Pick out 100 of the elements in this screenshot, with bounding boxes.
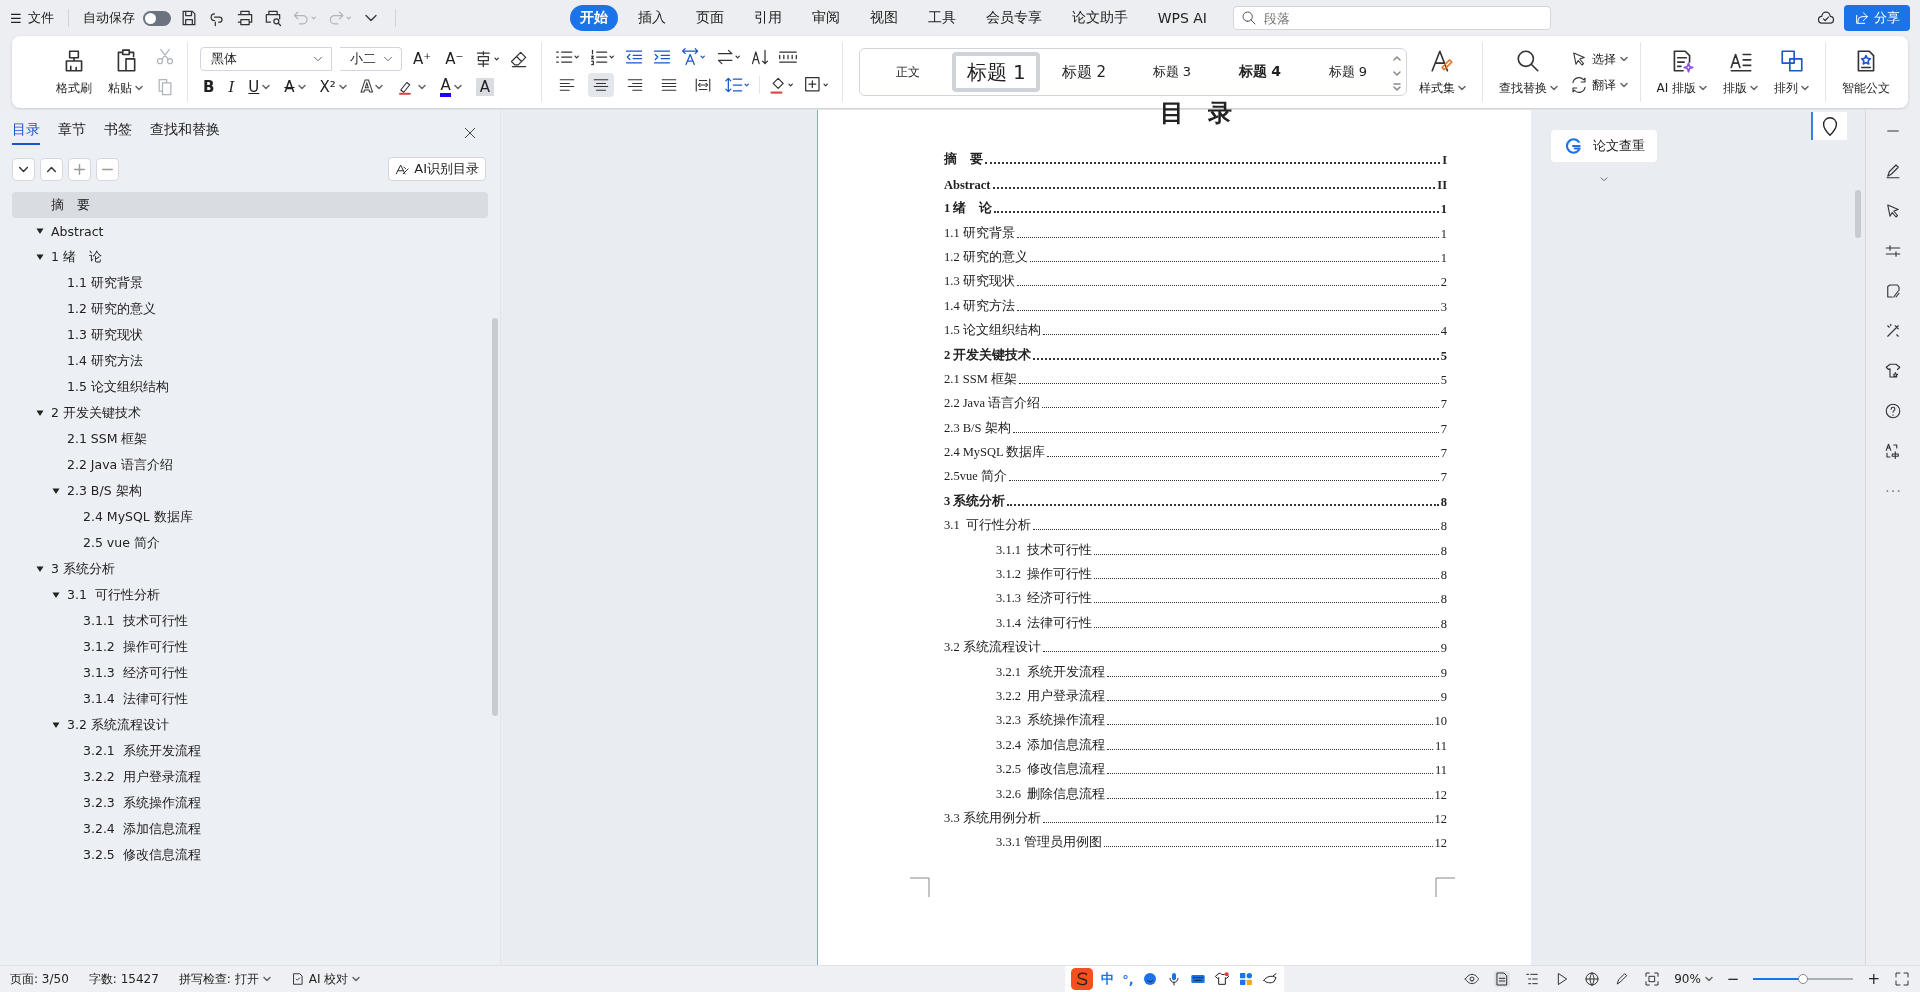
file-menu[interactable]: ☰ 文件 — [10, 9, 54, 27]
style-item[interactable]: 标题 4 — [1215, 52, 1304, 92]
outline-item[interactable]: 3.1 可行性分析 — [12, 582, 488, 608]
toc-entry[interactable]: 1.2 研究的意义 — [944, 248, 1028, 266]
outline-item[interactable]: 1.4 研究方法 — [12, 348, 488, 374]
text-format-button[interactable]: U — [245, 77, 274, 97]
toc-entry[interactable]: 3.2.2 用户登录流程 — [996, 688, 1106, 705]
share-button[interactable]: 分享 — [1844, 5, 1910, 31]
text-format-button[interactable]: X² — [316, 77, 350, 97]
toc-entry[interactable]: 2.3 B/S 架构 — [944, 419, 1011, 437]
text-format-button[interactable]: A — [357, 77, 387, 97]
outline-item[interactable]: 3.2.5 修改信息流程 — [12, 842, 488, 868]
word-count[interactable]: 字数: 15427 — [88, 970, 159, 988]
zoom-percentage[interactable]: 90% — [1674, 972, 1713, 986]
toc-entry[interactable]: 2.5vue 简介 — [944, 468, 1007, 486]
outline-item[interactable]: 3.1.4 法律可行性 — [12, 686, 488, 712]
text-format-button[interactable]: B — [199, 77, 218, 97]
zoom-in-button[interactable]: + — [1867, 970, 1880, 988]
menu-tab[interactable]: 会员专享 — [975, 5, 1052, 31]
menu-tab[interactable]: 页面 — [685, 5, 734, 31]
paste-button[interactable]: 粘贴 — [104, 45, 147, 99]
outline-item[interactable]: 3 系统分析 — [12, 556, 488, 582]
menu-tab[interactable]: WPS AI — [1147, 5, 1217, 31]
toc-entry[interactable]: 2.1 SSM 框架 — [944, 370, 1017, 388]
text-format-button[interactable]: I — [225, 77, 238, 97]
outline-item[interactable]: 3.2.4 添加信息流程 — [12, 816, 488, 842]
menu-tab[interactable]: 引用 — [743, 5, 792, 31]
style-set-button[interactable]: 样式集 — [1414, 45, 1470, 99]
spell-check-status[interactable]: 拼写检查: 打开 — [178, 970, 271, 988]
outline-item[interactable]: 3.2.1 系统开发流程 — [12, 738, 488, 764]
outline-item[interactable]: 2.1 SSM 框架 — [12, 426, 488, 452]
toc-entry[interactable]: 2 开发关键技术 — [944, 346, 1032, 364]
toc-entry[interactable]: 3.2.6 删除信息流程 — [996, 785, 1106, 803]
zoom-out-button[interactable]: − — [1726, 970, 1740, 988]
toc-entry[interactable]: 1 绪 论 — [944, 200, 993, 218]
outline-item[interactable]: 2 开发关键技术 — [12, 400, 488, 426]
style-item[interactable]: 标题 3 — [1127, 52, 1216, 92]
style-item[interactable]: 标题 1 — [952, 52, 1041, 92]
outline-item[interactable]: 3.1.3 经济可行性 — [12, 660, 488, 686]
outline-item[interactable]: 1.1 研究背景 — [12, 270, 488, 296]
font-name-dropdown[interactable]: 黑体 — [199, 46, 332, 71]
font-size-step-button[interactable]: A⁻ — [442, 48, 467, 69]
toc-entry[interactable]: 1.4 研究方法 — [944, 297, 1015, 315]
find-replace-button[interactable]: 查找替换 — [1494, 45, 1562, 99]
menu-tab[interactable]: 插入 — [627, 5, 676, 31]
outline-item[interactable]: Abstract — [12, 218, 488, 244]
outline-item[interactable]: 1 绪 论 — [12, 244, 488, 270]
outline-item[interactable]: 3.2.2 用户登录流程 — [12, 764, 488, 790]
font-size-dropdown[interactable]: 小二 — [339, 46, 402, 71]
text-format-button[interactable]: A — [281, 77, 309, 97]
style-item[interactable]: 标题 2 — [1040, 52, 1128, 92]
toc-entry[interactable]: 3.2.5 修改信息流程 — [996, 761, 1106, 779]
toc-entry[interactable]: 3.1 可行性分析 — [944, 517, 1031, 535]
sidebar-tab[interactable]: 书签 — [104, 121, 132, 145]
toc-entry[interactable]: 3.3 系统用例分析 — [944, 809, 1041, 827]
sidebar-tab[interactable]: 查找和替换 — [150, 121, 220, 145]
toc-entry[interactable]: 3.1.1 技术可行性 — [996, 541, 1093, 559]
style-item[interactable]: 正文 — [864, 52, 953, 92]
outline-item[interactable]: 1.3 研究现状 — [12, 322, 488, 348]
outline-item[interactable]: 2.5 vue 简介 — [12, 530, 488, 556]
input-mode-toggle[interactable]: 中 — [1101, 970, 1115, 988]
font-size-step-button[interactable]: A⁺ — [409, 48, 435, 69]
outline-item[interactable]: 1.2 研究的意义 — [12, 296, 488, 322]
toc-entry[interactable]: 2.4 MySQL 数据库 — [944, 444, 1046, 462]
outline-item[interactable]: 3.1.2 操作可行性 — [12, 634, 488, 660]
smart-document-button[interactable]: 智能公文 — [1838, 45, 1895, 99]
plagiarism-check-button[interactable]: 论文查重 — [1551, 130, 1657, 162]
format-painter-button[interactable]: 格式刷 — [52, 45, 96, 99]
arrange-button[interactable]: 排列 — [1770, 45, 1814, 99]
layout-button[interactable]: 排版 — [1719, 45, 1763, 99]
translate-button[interactable]: 翻译 — [1569, 76, 1628, 94]
ai-toc-button[interactable]: AI识别目录 — [388, 157, 486, 181]
outline-item[interactable]: 3.2.3 系统操作流程 — [12, 790, 488, 816]
toc-entry[interactable]: 3.2.1 系统开发流程 — [996, 663, 1106, 681]
toc-entry[interactable]: 3.2.3 系统操作流程 — [996, 712, 1106, 730]
toc-entry[interactable]: 3.3.1 管理员用例图 — [996, 834, 1103, 852]
outline-item[interactable]: 3.1.1 技术可行性 — [12, 608, 488, 634]
outline-item[interactable]: 摘 要 — [12, 192, 488, 218]
toc-entry[interactable]: 3.2 系统流程设计 — [944, 639, 1041, 657]
toc-entry[interactable]: 摘 要 — [944, 151, 983, 169]
outline-item[interactable]: 2.4 MySQL 数据库 — [12, 504, 488, 530]
outline-item[interactable]: 2.3 B/S 架构 — [12, 478, 488, 504]
toc-entry[interactable]: Abstract — [944, 177, 991, 193]
sidebar-tab[interactable]: 章节 — [58, 121, 86, 145]
style-item[interactable]: 标题 9 — [1303, 52, 1392, 92]
toc-entry[interactable]: 1.3 研究现状 — [944, 273, 1015, 291]
toc-entry[interactable]: 3.2.4 添加信息流程 — [996, 736, 1106, 754]
sidebar-tab[interactable]: 目录 — [12, 121, 40, 145]
search-field[interactable]: 段落 — [1233, 6, 1551, 30]
outline-item[interactable]: 1.5 论文组织结构 — [12, 374, 488, 400]
menu-tab[interactable]: 视图 — [859, 5, 908, 31]
ai-proofread-button[interactable]: AI 校对 — [290, 970, 361, 988]
toc-entry[interactable]: 1.5 论文组织结构 — [944, 322, 1041, 340]
input-mode-toggle[interactable]: °, — [1122, 971, 1134, 987]
toc-entry[interactable]: 3.1.2 操作可行性 — [996, 566, 1093, 584]
toc-entry[interactable]: 3.1.4 法律可行性 — [996, 614, 1093, 632]
menu-tab[interactable]: 开始 — [569, 5, 618, 31]
select-button[interactable]: 选择 — [1569, 50, 1628, 68]
menu-tab[interactable]: 论文助手 — [1061, 5, 1138, 31]
menu-tab[interactable]: 工具 — [917, 5, 966, 31]
